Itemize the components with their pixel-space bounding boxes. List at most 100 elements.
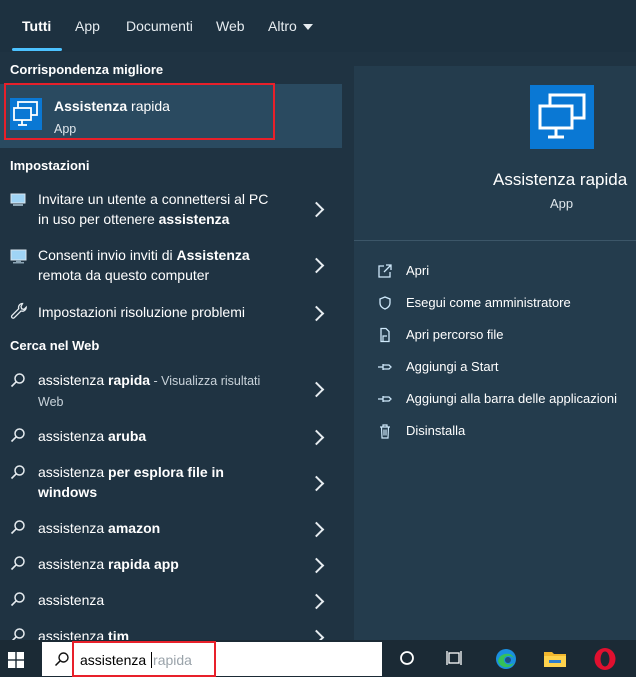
windows-start-icon[interactable]	[8, 652, 24, 668]
web-result-pre: assistenza	[38, 520, 109, 536]
settings-result-remote[interactable]: Consenti invio inviti di Assistenza remo…	[0, 242, 342, 288]
web-result-bold: per esplora file in	[108, 464, 224, 480]
trash-icon	[377, 423, 393, 439]
action-pin-to-taskbar[interactable]: Aggiungi alla barra delle applicazioni	[377, 391, 627, 409]
search-icon	[10, 464, 26, 483]
action-pin-to-start[interactable]: Aggiungi a Start	[377, 359, 617, 377]
settings-invite-line1: Invitare un utente a connettersi al PC	[38, 191, 269, 207]
active-tab-indicator	[12, 48, 62, 51]
cortana-icon[interactable]	[399, 650, 415, 669]
action-pin-to-start-label: Aggiungi a Start	[406, 359, 499, 374]
pin-icon	[377, 391, 393, 407]
task-view-icon[interactable]	[446, 650, 464, 669]
app-name: Assistenza rapida	[493, 170, 628, 189]
action-run-as-admin[interactable]: Esegui come amministratore	[377, 295, 617, 313]
highlight-frame	[72, 641, 216, 677]
tab-web[interactable]: Web	[216, 18, 245, 34]
file-location-icon	[377, 327, 393, 343]
chevron-right-icon	[308, 521, 325, 538]
web-result[interactable]: assistenza	[0, 588, 342, 612]
details-panel: Assistenza rapida App Apri Esegui come a…	[342, 52, 636, 640]
web-result-bold: rapida app	[108, 556, 179, 572]
action-pin-to-taskbar-label: Aggiungi alla barra delle applicazioni	[406, 391, 618, 406]
tab-all[interactable]: Tutti	[22, 18, 51, 34]
remote-assistance-icon	[10, 192, 28, 211]
web-result-line2: Web	[38, 395, 64, 409]
web-result-suffix: - Visualizza risultati	[150, 374, 261, 388]
web-result-bold: amazon	[108, 520, 161, 536]
web-result-pre: assistenza	[38, 464, 109, 480]
settings-result-invite[interactable]: Invitare un utente a connettersi al PC i…	[0, 186, 342, 232]
search-icon	[10, 372, 26, 391]
best-match-title: Assistenza rapida	[54, 98, 170, 114]
chevron-right-icon	[308, 381, 325, 398]
results-panel: Corrispondenza migliore Assistenza rapid…	[0, 52, 342, 640]
action-open[interactable]: Apri	[377, 263, 617, 281]
search-tabs: Tutti App Documenti Web Altro	[0, 0, 636, 52]
web-result-pre: assistenza	[38, 428, 109, 444]
action-uninstall-label: Disinstalla	[406, 423, 466, 438]
chevron-right-icon	[308, 557, 325, 574]
edge-browser-icon[interactable]	[494, 647, 518, 674]
settings-result-troubleshoot[interactable]: Impostazioni risoluzione problemi	[0, 298, 342, 326]
tab-more[interactable]: Altro	[268, 18, 313, 34]
chevron-right-icon	[308, 257, 325, 274]
web-result-pre: assistenza	[38, 556, 109, 572]
web-result[interactable]: assistenza tim	[0, 624, 342, 640]
best-match-subtitle: App	[54, 122, 77, 136]
web-result[interactable]: assistenza aruba	[0, 424, 342, 448]
settings-invite-line2-pre: in uso per ottenere	[38, 211, 159, 227]
opera-browser-icon[interactable]	[593, 647, 617, 674]
pin-icon	[377, 359, 393, 375]
settings-invite-line2-bold: assistenza	[158, 211, 230, 227]
chevron-right-icon	[308, 201, 325, 218]
web-result-pre: assistenza	[38, 592, 105, 608]
web-result-bold: rapida	[108, 372, 151, 388]
chevron-right-icon	[308, 429, 325, 446]
best-match-title-bold: Assistenza	[54, 98, 128, 114]
search-icon	[10, 627, 26, 640]
search-icon	[10, 427, 26, 446]
section-best-match: Corrispondenza migliore	[10, 62, 164, 77]
action-open-file-location[interactable]: Apri percorso file	[377, 327, 617, 345]
chevron-right-icon	[308, 629, 325, 640]
tab-documents[interactable]: Documenti	[126, 18, 193, 34]
web-result[interactable]: assistenza rapida - Visualizza risultati…	[0, 366, 342, 412]
tab-more-label: Altro	[268, 18, 297, 34]
settings-remote-line1-bold: Assistenza	[176, 247, 250, 263]
quick-assist-app-icon	[10, 98, 42, 130]
search-icon	[10, 519, 26, 538]
open-icon	[377, 263, 393, 279]
chevron-right-icon	[308, 593, 325, 610]
action-open-label: Apri	[406, 263, 430, 278]
tab-apps[interactable]: App	[75, 18, 100, 34]
remote-desktop-icon	[10, 248, 28, 267]
search-icon	[10, 555, 26, 574]
caret-down-icon	[302, 24, 313, 31]
search-icon	[54, 651, 70, 670]
chevron-right-icon	[308, 475, 325, 492]
settings-remote-line2: remota da questo computer	[38, 267, 210, 283]
best-match-title-rest: rapida	[127, 98, 170, 114]
divider	[354, 240, 636, 241]
file-explorer-icon[interactable]	[543, 649, 567, 672]
chevron-right-icon	[308, 305, 325, 322]
settings-remote-line1-pre: Consenti invio inviti di	[38, 247, 177, 263]
wrench-icon	[10, 302, 28, 323]
section-web-search: Cerca nel Web	[10, 338, 100, 353]
web-result[interactable]: assistenza amazon	[0, 516, 342, 540]
app-details-card	[354, 66, 636, 640]
web-result-pre: assistenza	[38, 628, 109, 640]
action-run-as-admin-label: Esegui come amministratore	[406, 295, 571, 310]
web-result[interactable]: assistenza per esplora file in windows	[0, 460, 342, 506]
action-uninstall[interactable]: Disinstalla	[377, 423, 617, 441]
web-result-pre: assistenza	[38, 372, 109, 388]
web-result[interactable]: assistenza rapida app	[0, 552, 342, 576]
search-icon	[10, 591, 26, 610]
web-result-bold: aruba	[108, 428, 147, 444]
web-result-line2: windows	[38, 484, 98, 500]
app-type: App	[550, 196, 574, 211]
quick-assist-app-icon	[530, 85, 594, 149]
shield-icon	[377, 295, 393, 311]
section-settings: Impostazioni	[10, 158, 90, 173]
